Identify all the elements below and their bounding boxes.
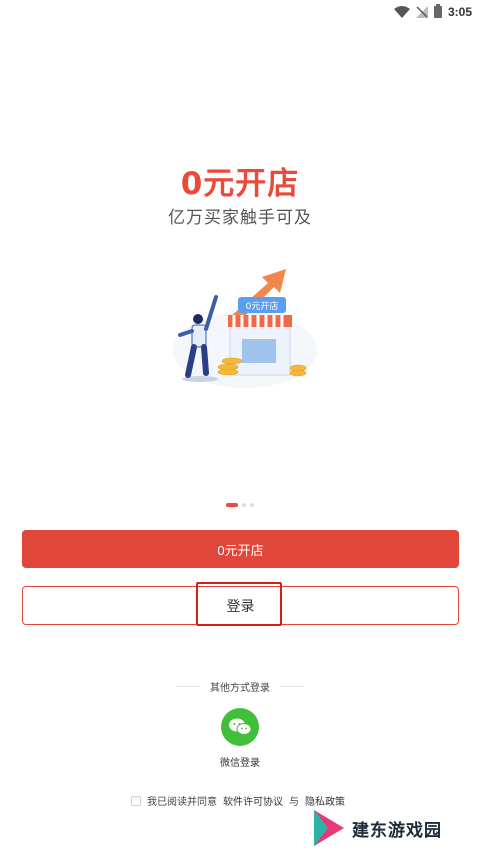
agreement-prefix: 我已阅读并同意 xyxy=(147,797,217,808)
wechat-login-label: 微信登录 xyxy=(220,758,260,769)
divider-line-left xyxy=(176,686,200,687)
open-store-button[interactable]: 0元开店 xyxy=(22,530,459,568)
status-time: 3:05 xyxy=(447,5,472,19)
wifi-icon xyxy=(393,6,410,18)
battery-icon xyxy=(433,4,442,18)
agreement-checkbox[interactable] xyxy=(131,795,141,806)
status-bar: 3:05 xyxy=(0,0,480,24)
page-title: 0元开店 xyxy=(180,166,300,202)
carousel-indicator xyxy=(0,503,480,507)
carousel-dot xyxy=(242,503,246,507)
wechat-login-button[interactable] xyxy=(221,708,259,746)
page-subtitle: 亿万买家触手可及 xyxy=(168,208,312,228)
site-watermark: 建东游戏园 xyxy=(312,806,472,850)
other-login-title: 其他方式登录 xyxy=(210,683,270,694)
watermark-text: 建东游戏园 xyxy=(352,820,442,841)
status-icons: 3:05 xyxy=(393,3,472,21)
carousel-dot-active xyxy=(226,503,238,507)
no-signal-icon xyxy=(415,6,428,18)
other-login-divider: 其他方式登录 xyxy=(0,679,480,694)
agreement-and: 与 xyxy=(289,797,299,808)
store-sign-text: 0元开店 xyxy=(246,300,279,312)
divider-line-right xyxy=(280,686,304,687)
login-highlight-box xyxy=(196,582,282,626)
store-illustration: 0元开店 xyxy=(173,269,317,388)
carousel-dot xyxy=(250,503,254,507)
license-agreement-link[interactable]: 软件许可协议 xyxy=(223,793,283,808)
wechat-icon xyxy=(229,718,252,735)
watermark-logo-icon xyxy=(314,810,344,846)
